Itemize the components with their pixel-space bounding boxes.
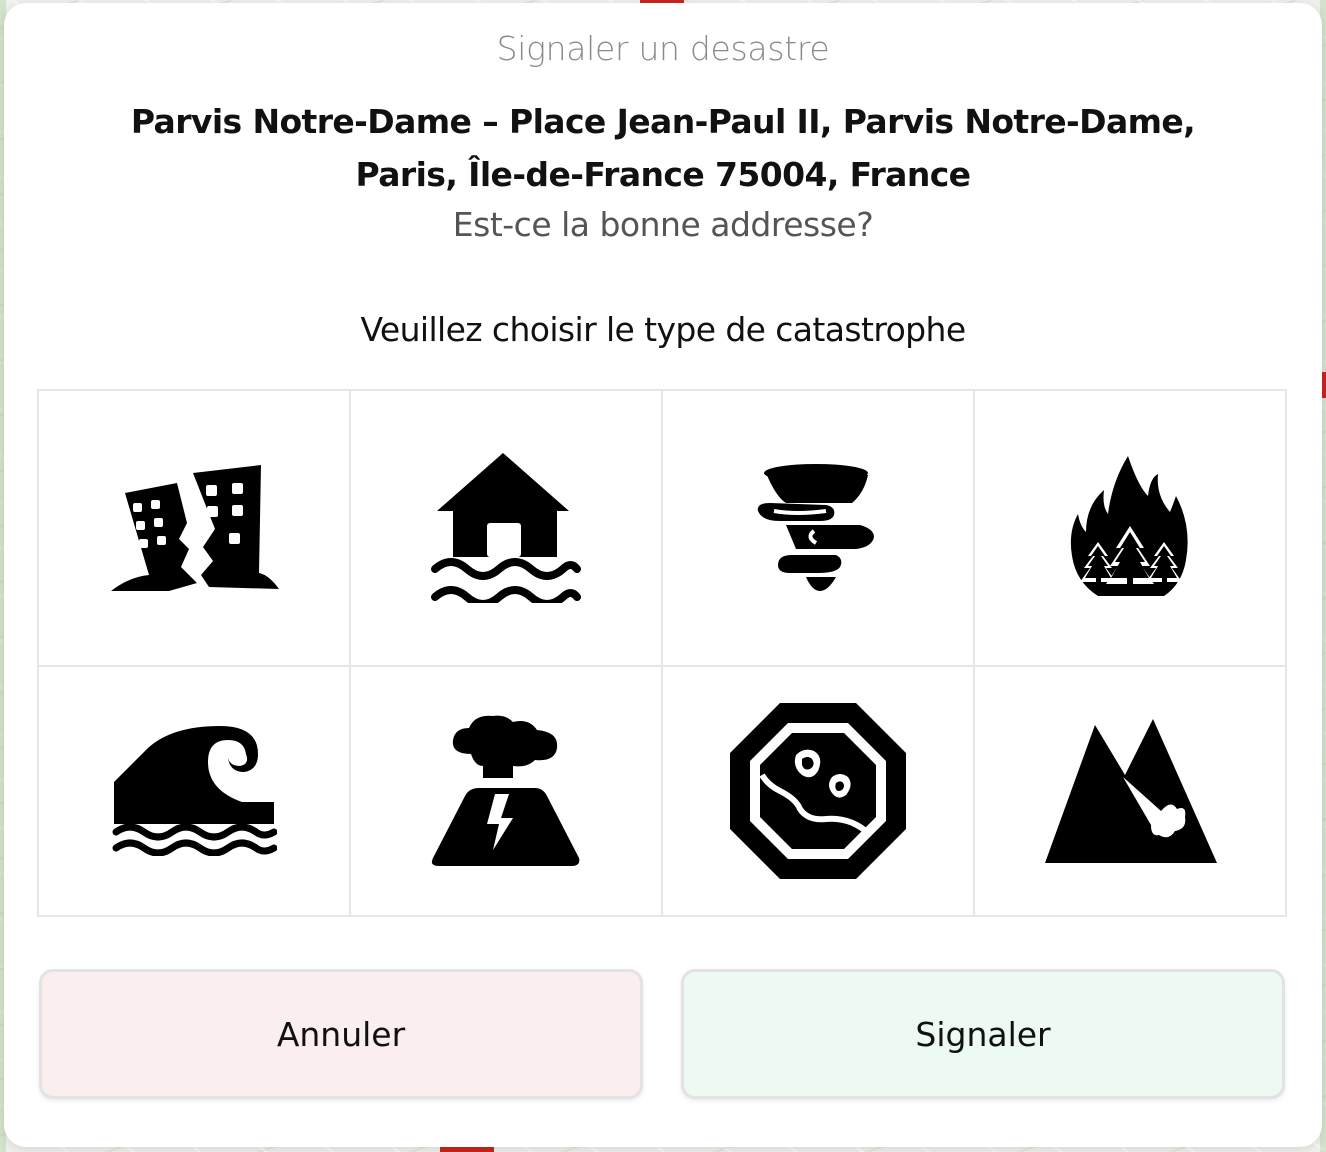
ground-collapse-icon [730,703,906,879]
disaster-option-tsunami[interactable] [39,667,351,917]
report-button[interactable]: Signaler [681,969,1285,1099]
tornado-icon [757,464,874,591]
cancel-button[interactable]: Annuler [39,969,643,1099]
disaster-option-volcano[interactable] [351,667,663,917]
disaster-type-prompt: Veuillez choisir le type de catastrophe [360,310,966,349]
disaster-option-tornado[interactable] [663,391,975,667]
disaster-type-grid [37,389,1287,917]
report-disaster-modal: Signaler un desastre Parvis Notre-Dame –… [4,3,1322,1147]
disaster-option-earthquake[interactable] [39,391,351,667]
wildfire-icon [1070,455,1188,596]
address-confirm-question: Est-ce la bonne addresse? [452,205,874,244]
flood-icon [431,453,581,603]
earthquake-icon [111,465,279,591]
landslide-icon [1044,718,1217,863]
map-marker-fragment [1322,372,1326,398]
disaster-option-flood[interactable] [351,391,663,667]
tsunami-icon [112,726,277,856]
disaster-option-wildfire[interactable] [975,391,1287,667]
modal-title: Signaler un desastre [496,29,830,68]
disaster-option-ground-collapse[interactable] [663,667,975,917]
address-text: Parvis Notre-Dame – Place Jean-Paul II, … [130,102,1196,194]
volcano-icon [431,715,580,866]
disaster-option-landslide[interactable] [975,667,1287,917]
